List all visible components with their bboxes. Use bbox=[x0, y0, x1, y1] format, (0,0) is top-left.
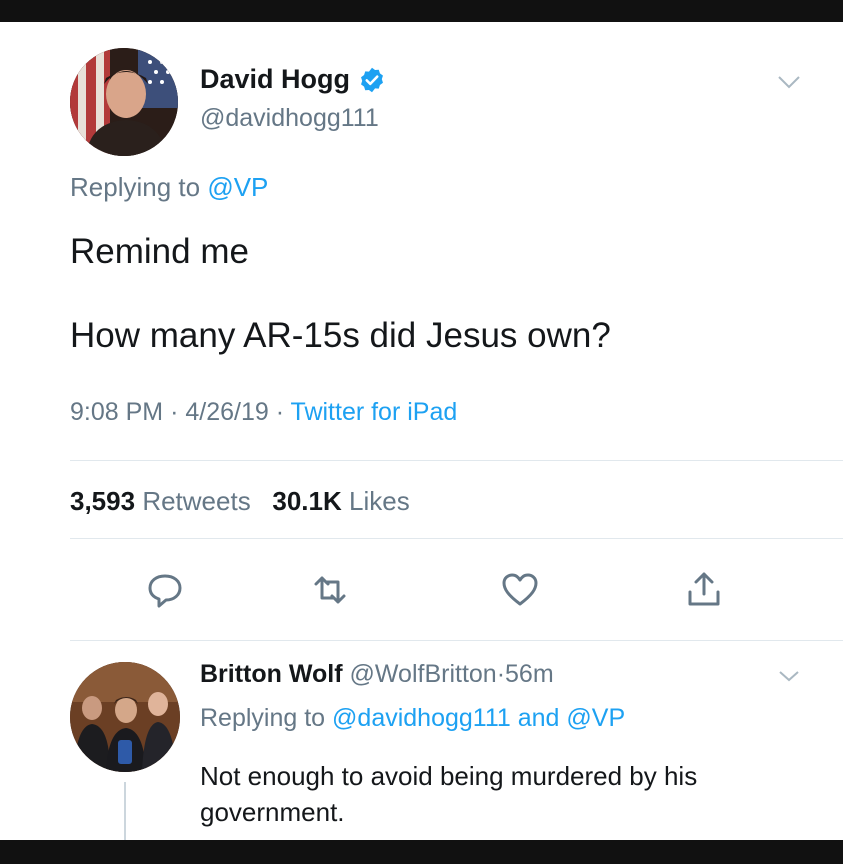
tweet-source[interactable]: Twitter for iPad bbox=[291, 398, 458, 426]
author-name[interactable]: David Hogg bbox=[200, 64, 350, 95]
reply-replying-to-line: Replying to @davidhogg111 and @VP bbox=[200, 704, 625, 733]
top-border bbox=[0, 0, 843, 22]
divider bbox=[70, 460, 843, 461]
reply-separator: · bbox=[496, 660, 506, 688]
reply-text: Not enough to avoid being murdered by hi… bbox=[200, 761, 698, 827]
reply-and-label: and bbox=[517, 704, 560, 732]
reply-icon[interactable] bbox=[145, 570, 185, 610]
meta-separator: · bbox=[170, 398, 179, 426]
replying-to-link[interactable]: @VP bbox=[207, 172, 268, 202]
reply-replying-to-link-2[interactable]: @VP bbox=[566, 704, 625, 732]
replying-label: Replying to bbox=[70, 172, 201, 202]
tweet-text-line-1: Remind me bbox=[70, 232, 249, 271]
chevron-down-icon[interactable] bbox=[778, 668, 800, 684]
chevron-down-icon[interactable] bbox=[776, 72, 802, 92]
bottom-border bbox=[0, 840, 843, 864]
tweet-time: 9:08 PM bbox=[70, 398, 164, 426]
tweet-stats: 3,593 Retweets 30.1K Likes bbox=[70, 486, 410, 517]
author-avatar[interactable] bbox=[70, 48, 178, 156]
reply-author-name[interactable]: Britton Wolf bbox=[200, 660, 343, 688]
reply-replying-label: Replying to bbox=[200, 704, 326, 732]
likes-stat[interactable]: 30.1K Likes bbox=[272, 486, 409, 516]
reply-replying-to-link-1[interactable]: @davidhogg111 bbox=[332, 704, 511, 732]
tweet-text-line-2: How many AR-15s did Jesus own? bbox=[70, 316, 611, 355]
likes-label: Likes bbox=[349, 486, 410, 516]
heart-icon[interactable] bbox=[500, 570, 540, 610]
tweet-meta: 9:08 PM · 4/26/19 · Twitter for iPad bbox=[70, 398, 457, 427]
divider bbox=[70, 538, 843, 539]
retweet-icon[interactable] bbox=[310, 570, 350, 610]
likes-count: 30.1K bbox=[272, 486, 342, 516]
reply-author-avatar[interactable] bbox=[70, 662, 180, 772]
thread-line bbox=[124, 782, 126, 840]
reply-header: Britton Wolf @WolfBritton·56m bbox=[200, 660, 554, 689]
author-name-row: David Hogg bbox=[200, 64, 386, 95]
retweets-stat[interactable]: 3,593 Retweets bbox=[70, 486, 251, 516]
verified-badge-icon bbox=[361, 67, 383, 92]
divider bbox=[70, 640, 843, 641]
retweets-count: 3,593 bbox=[70, 486, 136, 516]
author-handle[interactable]: @davidhogg111 bbox=[200, 104, 379, 133]
meta-separator: · bbox=[275, 398, 285, 426]
retweets-label: Retweets bbox=[142, 486, 251, 516]
replying-to-line: Replying to @VP bbox=[70, 172, 268, 203]
share-icon[interactable] bbox=[684, 570, 724, 610]
tweet-date: 4/26/19 bbox=[185, 398, 269, 426]
reply-age: 56m bbox=[505, 660, 554, 688]
reply-author-handle[interactable]: @WolfBritton bbox=[350, 660, 497, 688]
